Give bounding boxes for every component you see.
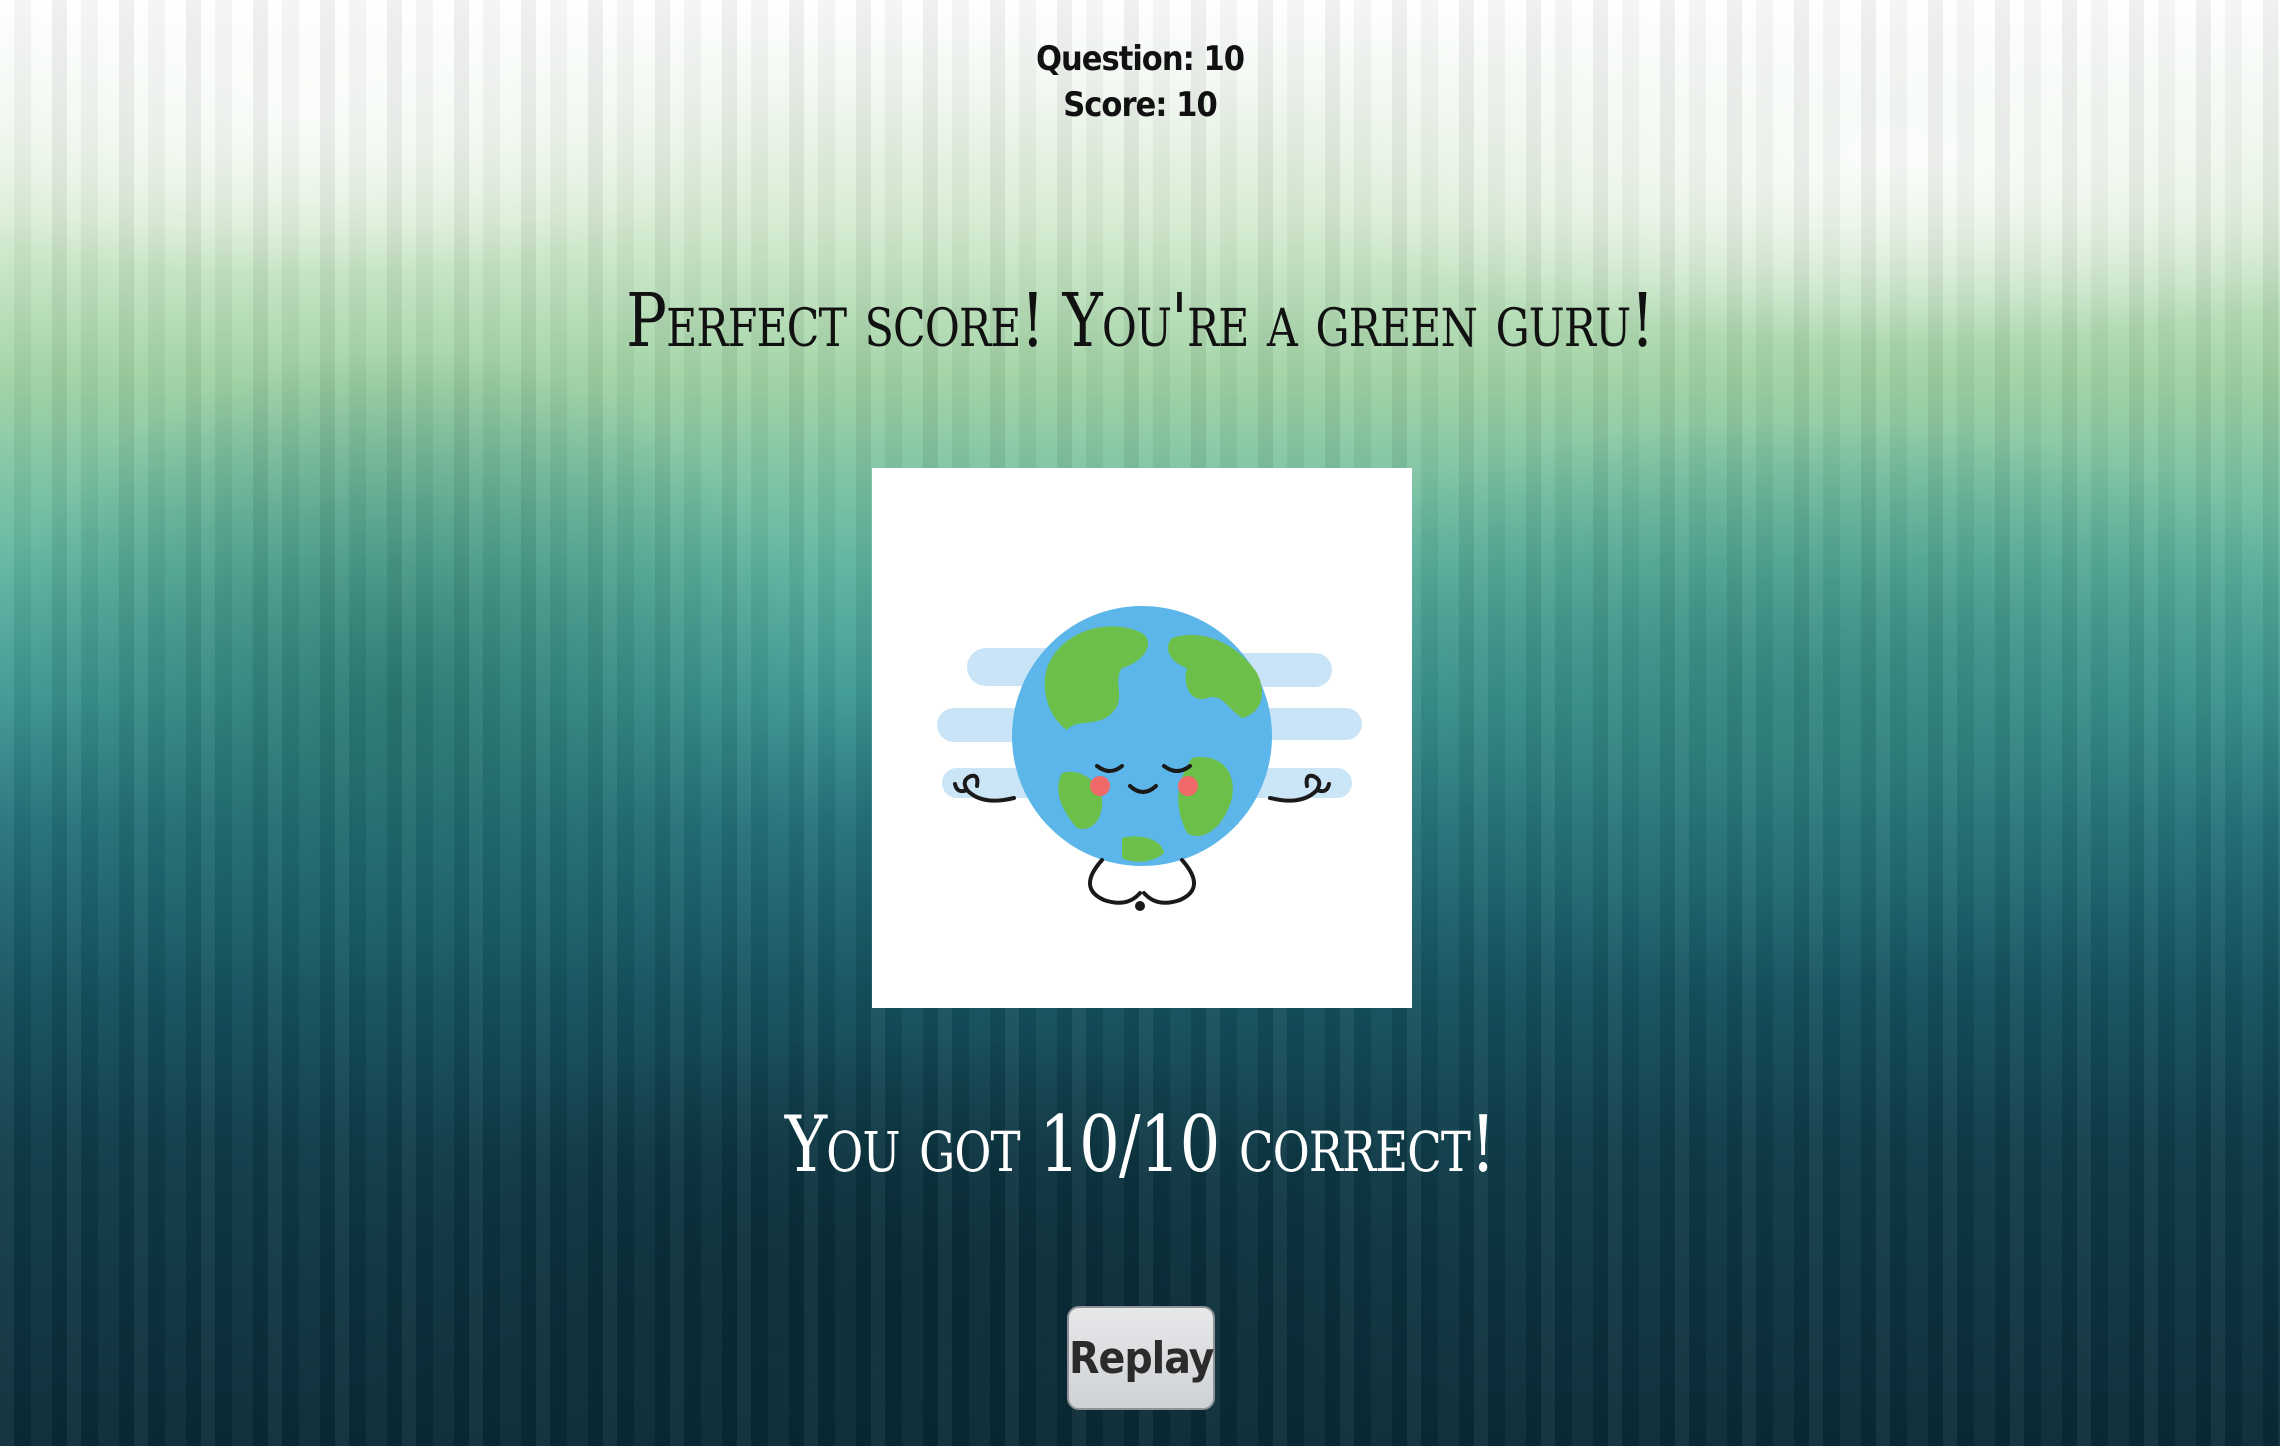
replay-button[interactable]: Replay bbox=[1067, 1306, 1215, 1410]
result-headline: Perfect score! You're a green guru! bbox=[626, 278, 1655, 364]
score-counter: Score: 10 bbox=[1063, 85, 1217, 125]
result-summary: You got 10/10 correct! bbox=[784, 1100, 1496, 1190]
quiz-status: Question: 10 Score: 10 bbox=[0, 36, 2280, 128]
meditating-earth-icon bbox=[937, 606, 1362, 911]
result-image bbox=[872, 468, 1412, 1008]
question-counter: Question: 10 bbox=[1035, 39, 1245, 79]
